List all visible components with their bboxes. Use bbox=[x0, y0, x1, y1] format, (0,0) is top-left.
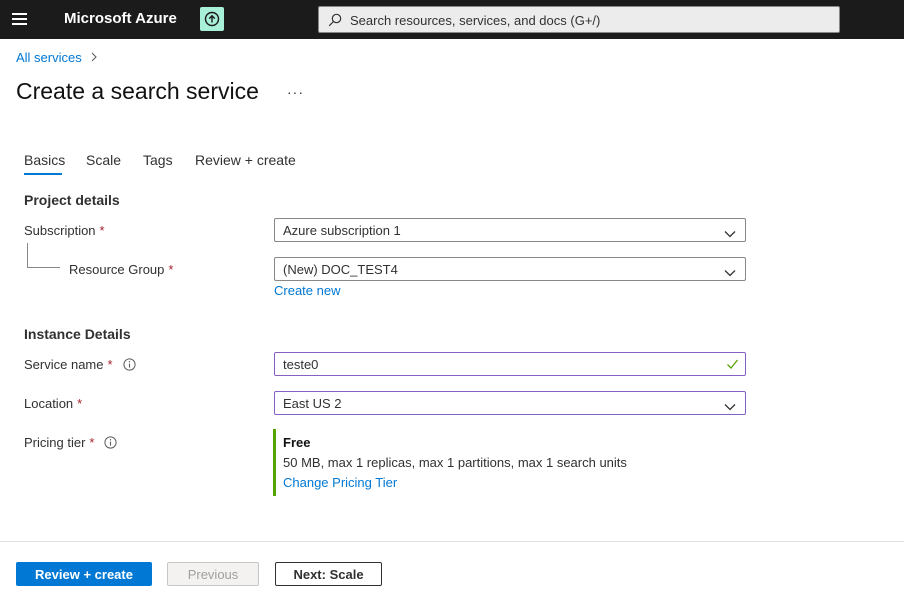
change-pricing-tier-link[interactable]: Change Pricing Tier bbox=[283, 475, 397, 490]
location-label: Location * bbox=[24, 396, 82, 411]
service-name-input[interactable]: teste0 bbox=[274, 352, 746, 376]
subscription-dropdown[interactable]: Azure subscription 1 bbox=[274, 218, 746, 242]
search-input[interactable]: Search resources, services, and docs (G+… bbox=[318, 6, 840, 33]
location-label-text: Location bbox=[24, 396, 74, 411]
service-name-label: Service name * bbox=[24, 357, 136, 372]
subscription-label: Subscription * bbox=[24, 223, 105, 238]
review-create-button[interactable]: Review + create bbox=[16, 562, 152, 586]
resource-group-value: (New) DOC_TEST4 bbox=[283, 262, 398, 277]
pricing-tier-description: 50 MB, max 1 replicas, max 1 partitions,… bbox=[283, 455, 627, 470]
page-title: Create a search service bbox=[16, 78, 259, 104]
upload-icon[interactable] bbox=[200, 7, 224, 31]
required-marker: * bbox=[89, 435, 95, 450]
subscription-label-text: Subscription bbox=[24, 223, 96, 238]
tree-connector bbox=[27, 243, 60, 268]
resource-group-label-text: Resource Group bbox=[69, 262, 165, 277]
location-value: East US 2 bbox=[283, 396, 342, 411]
pricing-tier-label-text: Pricing tier bbox=[24, 435, 86, 450]
info-icon[interactable] bbox=[104, 436, 118, 449]
pricing-tier-accent-bar bbox=[273, 429, 276, 496]
resource-group-label: Resource Group * bbox=[69, 262, 173, 277]
pricing-tier-name: Free bbox=[283, 435, 311, 450]
chevron-down-icon bbox=[724, 265, 736, 280]
chevron-down-icon bbox=[724, 226, 736, 241]
service-name-label-text: Service name bbox=[24, 357, 104, 372]
chevron-right-icon bbox=[90, 51, 98, 65]
resource-group-dropdown[interactable]: (New) DOC_TEST4 bbox=[274, 257, 746, 281]
required-marker: * bbox=[107, 357, 113, 372]
required-marker: * bbox=[99, 223, 105, 238]
required-marker: * bbox=[168, 262, 174, 277]
checkmark-icon bbox=[726, 358, 739, 373]
menu-icon[interactable] bbox=[12, 13, 28, 25]
more-options-icon[interactable]: ··· bbox=[287, 84, 304, 100]
tab-scale[interactable]: Scale bbox=[86, 152, 121, 168]
footer-divider bbox=[0, 541, 904, 542]
search-placeholder: Search resources, services, and docs (G+… bbox=[350, 13, 601, 28]
chevron-down-icon bbox=[724, 399, 736, 414]
create-new-link[interactable]: Create new bbox=[274, 283, 340, 298]
subscription-value: Azure subscription 1 bbox=[283, 223, 401, 238]
tab-review-create[interactable]: Review + create bbox=[195, 152, 296, 168]
info-icon[interactable] bbox=[122, 358, 136, 371]
service-name-value: teste0 bbox=[283, 357, 319, 372]
active-tab-indicator bbox=[24, 173, 62, 175]
instance-details-heading: Instance Details bbox=[24, 326, 131, 342]
project-details-heading: Project details bbox=[24, 192, 120, 208]
location-dropdown[interactable]: East US 2 bbox=[274, 391, 746, 415]
tab-basics[interactable]: Basics bbox=[24, 152, 65, 168]
pricing-tier-label: Pricing tier * bbox=[24, 435, 118, 450]
search-icon bbox=[328, 13, 342, 32]
required-marker: * bbox=[77, 396, 83, 411]
tab-tags[interactable]: Tags bbox=[143, 152, 173, 168]
previous-button: Previous bbox=[167, 562, 259, 586]
breadcrumb: All services bbox=[16, 50, 98, 65]
next-scale-button[interactable]: Next: Scale bbox=[275, 562, 382, 586]
brand-title[interactable]: Microsoft Azure bbox=[64, 10, 177, 27]
top-bar: Microsoft Azure Search resources, servic… bbox=[0, 0, 904, 39]
breadcrumb-all-services[interactable]: All services bbox=[16, 50, 82, 65]
